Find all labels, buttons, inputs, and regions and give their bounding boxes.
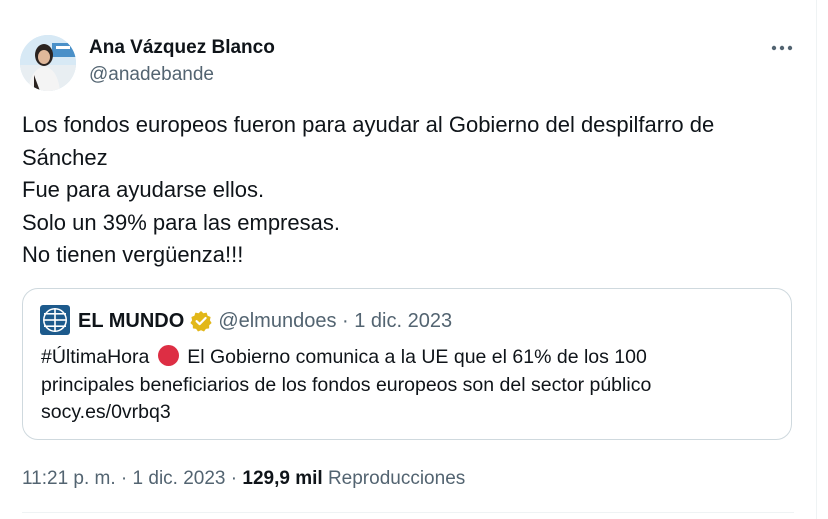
views-label: Reproducciones (327, 468, 466, 489)
quoted-link[interactable]: socy.es/0vrbq3 (41, 399, 781, 427)
tweet-timestamp[interactable]: 11:21 p. m. · 1 dic. 2023 · (22, 468, 237, 489)
author-handle[interactable]: @anadebande (89, 64, 214, 86)
tweet-text-line: Sánchez (22, 144, 108, 170)
tweet-text: Los fondos europeos fueron para ayudar a… (22, 109, 802, 272)
quoted-tweet[interactable]: EL MUNDO @elmundoes · 1 dic. 2023 #Últim… (22, 288, 792, 440)
quoted-tweet-text: #ÚltimaHora El Gobierno comunica a la UE… (41, 344, 781, 427)
tweet-text-line: No tienen vergüenza!!! (22, 242, 244, 267)
elmundo-logo (40, 305, 70, 335)
author-name[interactable]: Ana Vázquez Blanco (89, 37, 275, 59)
tweet-card: Ana Vázquez Blanco @anadebande Los fondo… (0, 0, 817, 519)
verified-badge-icon (190, 311, 212, 332)
more-icon (771, 45, 793, 51)
tweet-text-line: Fue para ayudarse ellos. (22, 177, 265, 202)
author-avatar[interactable] (20, 35, 76, 91)
quoted-handle-date[interactable]: @elmundoes · 1 dic. 2023 (218, 309, 452, 333)
column-border (816, 0, 817, 519)
tweet-meta: 11:21 p. m. · 1 dic. 2023 · 129,9 mil Re… (22, 467, 465, 491)
quoted-text-line-1: #ÚltimaHora El Gobierno comunica a la UE… (41, 344, 781, 372)
more-options-button[interactable] (766, 36, 798, 60)
quoted-tweet-header: EL MUNDO @elmundoes · 1 dic. 2023 (78, 309, 452, 333)
views-count: 129,9 mil (242, 468, 323, 489)
quoted-text-line-2: principales beneficiarios de los fondos … (41, 373, 652, 396)
tweet-text-line: Los fondos europeos fueron para ayudar a… (22, 112, 715, 137)
quoted-author-name[interactable]: EL MUNDO (78, 309, 184, 333)
divider (22, 512, 794, 513)
quoted-text-fragment: El Gobierno comunica a la UE que el 61% … (187, 346, 647, 368)
red-circle-icon (157, 345, 179, 366)
hashtag-link[interactable]: #ÚltimaHora (41, 346, 149, 368)
tweet-text-line: Solo un 39% para las empresas. (22, 209, 340, 235)
